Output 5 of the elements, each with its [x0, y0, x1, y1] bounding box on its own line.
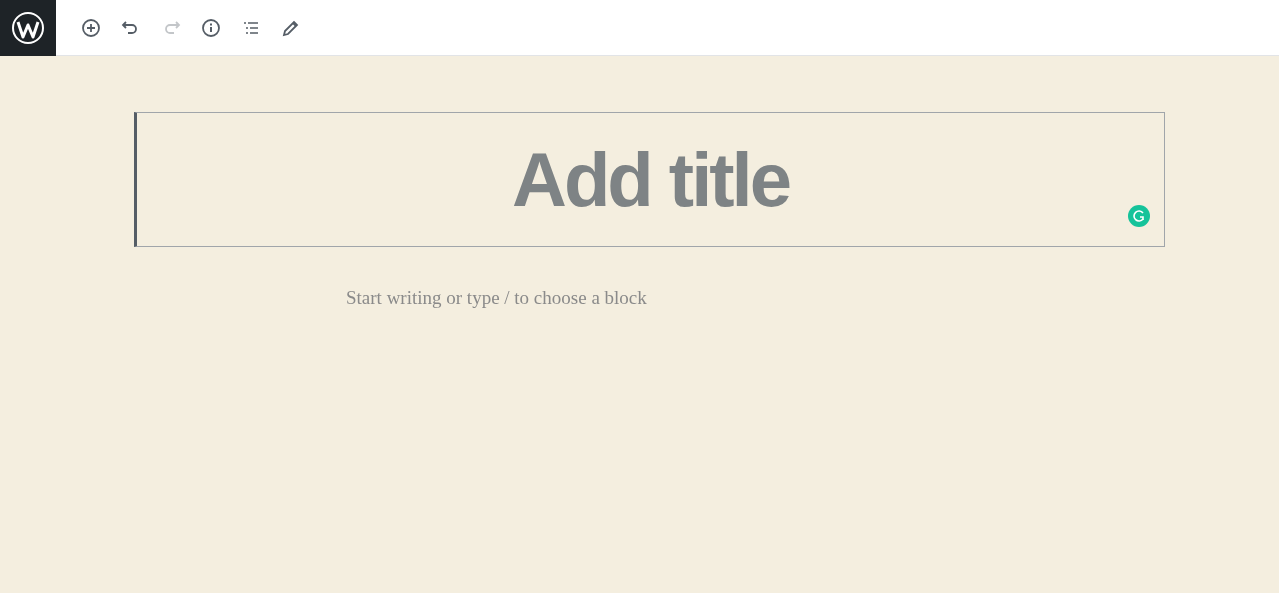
wordpress-logo[interactable]: [0, 0, 56, 56]
logo-icon: [11, 10, 45, 45]
title-placeholder: Add title: [512, 141, 789, 218]
title-field[interactable]: Add title: [134, 112, 1165, 247]
body-placeholder[interactable]: Start writing or type / to choose a block: [346, 287, 647, 308]
